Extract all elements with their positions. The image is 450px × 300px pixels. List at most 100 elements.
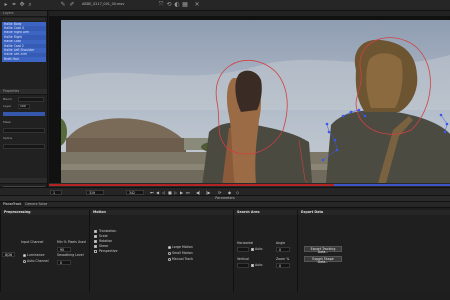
step-forward-icon[interactable]: ▶ [180,190,183,195]
vertical-auto-label: Auto [255,263,263,267]
tool-cross-icon[interactable]: ✕ [194,2,200,8]
tool-link-icon[interactable]: ⚭ [11,2,17,8]
small-motion-radio[interactable] [168,252,171,255]
opacity-field[interactable]: 100 [18,104,30,109]
tool-bezier-icon[interactable]: ✎ [60,2,66,8]
step-back-icon[interactable]: ◀ [156,190,159,195]
tracked-range-red [49,184,334,186]
tool-zoom-icon[interactable]: ⌕ [27,2,33,8]
smoothing-field[interactable]: 0 [57,260,71,265]
start-frame-field[interactable]: 1 [50,190,62,195]
tab-planartrack[interactable]: PlanarTrack [0,202,25,208]
horizontal-label: Horizontal [237,241,254,245]
horizontal-auto-label: Auto [255,247,263,251]
manual-track-label: Manual Track [172,257,193,261]
export-section: Export Data Export Tracking Data... Expo… [297,210,450,292]
spline-select[interactable] [3,144,45,149]
scale-label: Scale [99,234,108,238]
tool-move-icon[interactable]: ✥ [19,2,25,8]
zoom-label: Zoom % [276,257,290,261]
properties-header: Properties [0,89,47,95]
tool-xspline-icon[interactable]: ✐ [69,2,75,8]
params-mini-header [0,178,47,184]
min-pixels-label: Min % Pixels Used [57,240,86,244]
playback-bar: 1 319 342 ⏮ ◀ ◁ ■ ▷ ▶ ⏭ ◀| |▶ ⟳ ◆ ◇ [0,187,450,196]
tool-transform-icon[interactable]: ⤧ [158,2,164,8]
layers-toolbar [3,18,45,21]
export-title: Export Data [298,210,450,215]
viewer[interactable] [49,11,450,183]
input-channel-label: Input Channel [21,240,44,244]
clip-title: ABDE_0217_001_00.mov [82,2,125,6]
perspective-checkbox[interactable] [94,250,97,253]
translation-checkbox[interactable] [94,230,97,233]
horizontal-field[interactable] [237,247,249,252]
luminance-radio[interactable] [23,254,26,257]
input-channel-field[interactable]: 8/26 [2,252,15,257]
keyframe-icon[interactable]: ◆ [228,190,231,195]
vertical-auto-checkbox[interactable] [251,264,254,267]
loop-icon[interactable]: ⟳ [218,190,221,195]
motion-title: Motion [90,210,233,215]
shear-label: Shear [99,244,109,248]
viewer-header [49,11,450,17]
tool-select-icon[interactable]: ▸ [3,2,9,8]
angle-label: Angle [276,241,286,245]
tool-mask-icon[interactable]: ◐ [174,2,180,8]
goto-end-icon[interactable]: ⏭ [186,190,190,195]
rotation-checkbox[interactable] [94,240,97,243]
spline-label: Spline [3,136,13,140]
opacity-value: 100 [20,104,26,109]
layer-label: Layer [3,104,12,108]
small-motion-label: Small Motion [172,251,193,255]
angle-field[interactable]: 0 [276,247,290,252]
preprocessing-section: Preprocessing Input Channel 8/26 Luminan… [0,210,89,292]
play-icon[interactable]: ▷ [174,190,177,195]
manual-track-radio[interactable] [168,258,171,261]
large-motion-label: Large Motion [172,245,193,249]
stop-icon[interactable]: ■ [168,190,172,195]
export-shape-button[interactable]: Export Shape Data... [304,256,342,264]
play-back-icon[interactable]: ◁ [162,190,165,195]
min-pixels-field[interactable]: 95 [57,247,71,252]
luminance-label: Luminance [27,253,45,257]
layer-item[interactable]: Brett Hair [2,57,46,62]
tool-grid-icon[interactable]: ▦ [182,2,188,8]
left-panel: Layers Hallie Body Hallie Coat 4 Hallie … [0,11,48,196]
keyframe-add-icon[interactable]: ◇ [236,190,239,195]
properties-bar [3,112,45,116]
blend-label: Blend [3,97,12,101]
parameter-tabs: PlanarTrack Camera Solve [0,202,450,208]
rotation-label: Rotation [99,239,113,243]
vertical-field[interactable] [237,263,249,268]
mask-select[interactable] [3,128,45,133]
preprocessing-title: Preprocessing [1,210,89,215]
large-motion-radio[interactable] [168,246,171,249]
scale-checkbox[interactable] [94,235,97,238]
goto-start-icon[interactable]: ⏮ [150,190,154,195]
tool-rotate-icon[interactable]: ⟲ [166,2,172,8]
end-frame-field[interactable]: 342 [126,190,144,195]
current-frame-field[interactable]: 319 [86,190,104,195]
smoothing-label: Smoothing Level [57,253,84,257]
export-tracking-button[interactable]: Export Tracking Data... [304,246,342,254]
shear-checkbox[interactable] [94,245,97,248]
auto-channel-radio[interactable] [23,260,26,263]
search-area-section: Search Area Horizontal Auto Vertical Aut… [233,210,297,292]
track-forward-icon[interactable]: |▶ [206,190,210,195]
layers-header: Layers [0,11,47,17]
blend-select[interactable] [18,97,44,102]
search-area-title: Search Area [234,210,297,215]
tab-camera-solve[interactable]: Camera Solve [22,202,50,208]
vertical-label: Vertical [237,257,249,261]
mask-label: Mask [3,120,11,124]
perspective-label: Perspective [99,249,118,253]
zoom-field[interactable]: 0 [276,263,290,268]
horizontal-auto-checkbox[interactable] [251,248,254,251]
footage-frame[interactable] [61,20,450,183]
parameters-panel: PlanarTrack Camera Solve Preprocessing I… [0,202,450,300]
tracked-range-blue [333,184,450,186]
motion-section: Motion Translation Scale Rotation Shear … [89,210,233,292]
track-back-icon[interactable]: ◀| [196,190,200,195]
translation-label: Translation [99,229,117,233]
